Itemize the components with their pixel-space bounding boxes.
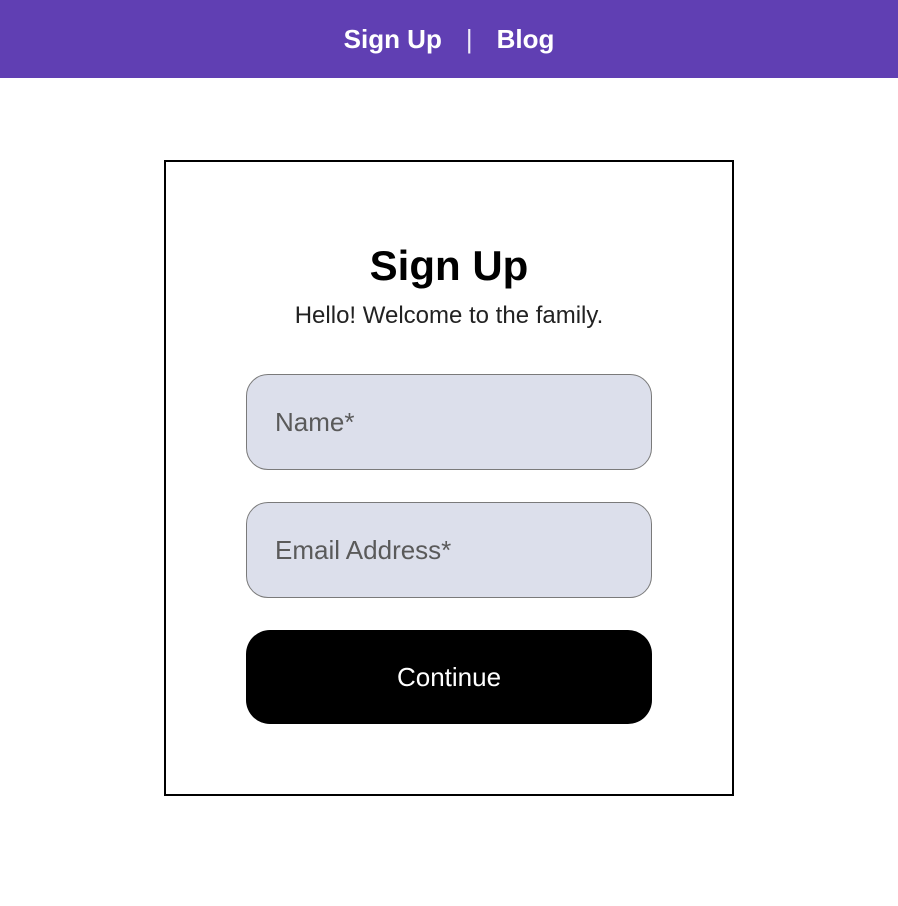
page-content: Sign Up Hello! Welcome to the family. Co… bbox=[0, 78, 898, 796]
nav-blog-link[interactable]: Blog bbox=[497, 24, 555, 55]
name-field[interactable] bbox=[246, 374, 652, 470]
top-nav: Sign Up | Blog bbox=[0, 0, 898, 78]
nav-divider: | bbox=[466, 24, 473, 55]
email-field[interactable] bbox=[246, 502, 652, 598]
continue-button[interactable]: Continue bbox=[246, 630, 652, 724]
nav-signup-link[interactable]: Sign Up bbox=[344, 24, 442, 55]
page-subtitle: Hello! Welcome to the family. bbox=[295, 302, 604, 330]
page-title: Sign Up bbox=[370, 242, 529, 290]
signup-card: Sign Up Hello! Welcome to the family. Co… bbox=[164, 160, 734, 796]
